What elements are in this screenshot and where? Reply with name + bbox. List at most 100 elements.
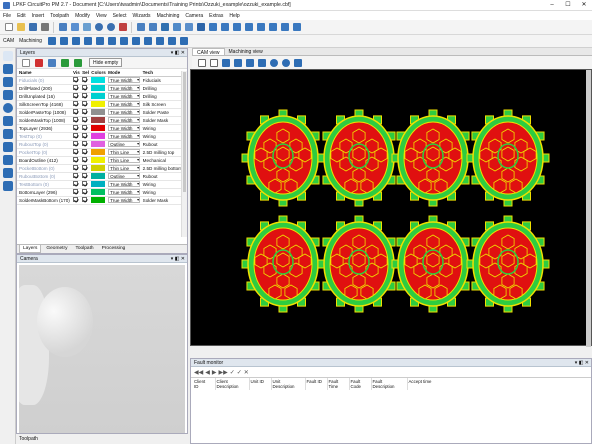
board-icon[interactable] <box>47 36 58 47</box>
layer-select-checkbox[interactable] <box>80 148 90 157</box>
layer-visible-checkbox[interactable] <box>71 140 81 149</box>
stop-icon[interactable] <box>167 36 178 47</box>
accept-icon[interactable]: ✓ <box>230 369 235 376</box>
rubout-icon[interactable] <box>107 36 118 47</box>
machining-mode-label[interactable]: Machining <box>19 38 42 44</box>
import-icon[interactable] <box>135 22 146 33</box>
measure-icon[interactable] <box>243 22 254 33</box>
layer-visible-checkbox[interactable] <box>71 116 81 125</box>
export-icon[interactable] <box>147 22 158 33</box>
layer-mode-select[interactable]: True Width <box>106 124 141 133</box>
col-mode[interactable]: Mode <box>106 69 141 77</box>
layer-name[interactable]: RuboutTop (0) <box>17 140 72 149</box>
layer-mode-select[interactable]: True Width <box>106 92 141 101</box>
layer-row[interactable]: DrillPlated (200) True WidthDrilling <box>17 84 182 93</box>
col-name[interactable]: Name <box>17 69 72 77</box>
layer-select-checkbox[interactable] <box>80 180 90 189</box>
tab-processing[interactable]: Processing <box>99 245 129 253</box>
layer-row[interactable]: DrillUnplated (16) True WidthDrilling <box>17 92 182 101</box>
hide-empty-button[interactable]: Hide empty <box>89 58 123 67</box>
menu-insert[interactable]: Insert <box>32 13 45 19</box>
pan-hand-icon[interactable] <box>268 57 279 68</box>
tab-cam-view[interactable]: CAM view <box>192 48 225 56</box>
layer-color-swatch[interactable] <box>89 132 107 141</box>
layer-name[interactable]: TopLayer (2936) <box>17 124 72 133</box>
zoom-fit-icon[interactable] <box>220 57 231 68</box>
layer-row[interactable]: SolderMaskTop (1008) True WidthSolder Mas… <box>17 116 182 125</box>
layer-visible-checkbox[interactable] <box>71 124 81 133</box>
layer-color-swatch[interactable] <box>89 156 107 165</box>
layer-row[interactable]: PocketBottom (0) Thin Line2.5D milling bo… <box>17 164 182 173</box>
layer-select-checkbox[interactable] <box>80 172 90 181</box>
col-colors[interactable]: Colors <box>89 69 107 77</box>
canvas-scrollbar[interactable] <box>586 70 591 347</box>
layer-color-swatch[interactable] <box>89 76 107 85</box>
layer-visible-checkbox[interactable] <box>71 180 81 189</box>
tab-geometry[interactable]: Geometry <box>43 245 70 253</box>
close-button[interactable]: ✕ <box>576 0 592 11</box>
move-down-icon[interactable] <box>72 57 83 68</box>
head-icon[interactable] <box>131 36 142 47</box>
line-tool-icon[interactable] <box>3 64 13 74</box>
pause-icon[interactable] <box>179 36 190 47</box>
layer-row[interactable]: BoardOutline (412) Thin LineMechanical <box>17 156 182 165</box>
layer-select-checkbox[interactable] <box>80 124 90 133</box>
accept-all-icon[interactable]: ✓ <box>237 369 242 376</box>
material-icon[interactable] <box>119 36 130 47</box>
col-fault-code[interactable]: Fault Code <box>349 378 372 390</box>
layer-name[interactable]: SolderPasteTop (1008) <box>17 108 72 117</box>
camera-icon[interactable] <box>255 22 266 33</box>
layer-color-swatch[interactable] <box>89 180 107 189</box>
layer-name[interactable]: PocketBottom (0) <box>17 164 72 173</box>
copy-icon[interactable] <box>69 22 80 33</box>
hole-tool-icon[interactable] <box>3 155 13 165</box>
layer-visible-checkbox[interactable] <box>71 108 81 117</box>
layer-select-checkbox[interactable] <box>80 84 90 93</box>
tab-layers[interactable]: Layers <box>19 245 42 253</box>
layer-mode-select[interactable]: Outline <box>106 140 141 149</box>
layer-mode-select[interactable]: True Width <box>106 76 141 85</box>
layer-color-swatch[interactable] <box>89 84 107 93</box>
next-icon[interactable]: ▶ <box>212 369 217 376</box>
layer-name[interactable]: BoardOutline (412) <box>17 156 72 165</box>
layer-visible-checkbox[interactable] <box>71 100 81 109</box>
layer-mode-select[interactable]: Outline <box>106 172 141 181</box>
layer-mode-select[interactable]: Thin Line <box>106 156 141 165</box>
layer-visible-checkbox[interactable] <box>71 156 81 165</box>
col-client-description[interactable]: Client Description <box>215 378 250 390</box>
last-icon[interactable]: ▶▶ <box>218 369 227 376</box>
layer-select-checkbox[interactable] <box>80 108 90 117</box>
layer-mode-select[interactable]: Thin Line <box>106 164 141 173</box>
print-icon[interactable] <box>39 22 50 33</box>
polyline-tool-icon[interactable] <box>3 77 13 87</box>
layer-select-checkbox[interactable] <box>80 188 90 197</box>
menu-help[interactable]: Help <box>229 13 239 19</box>
layer-row[interactable]: SilkScreenTop (4168) True WidthSilk Scree… <box>17 100 182 109</box>
col-tech[interactable]: Tech <box>140 69 182 77</box>
layer-visible-checkbox[interactable] <box>71 92 81 101</box>
layer-visible-checkbox[interactable] <box>71 132 81 141</box>
layer-visible-checkbox[interactable] <box>71 164 81 173</box>
menu-machining[interactable]: Machining <box>157 13 180 19</box>
rectangle-tool-icon[interactable] <box>3 90 13 100</box>
layer-row[interactable]: TopLayer (2936) True WidthWiring <box>17 124 182 133</box>
cam-canvas[interactable] <box>190 69 592 347</box>
panel-pin-close-icons[interactable]: ▾ ◧ ✕ <box>171 255 185 263</box>
tool-library-icon[interactable] <box>171 22 182 33</box>
pointer-tool-icon[interactable] <box>3 51 13 61</box>
pad-tool-icon[interactable] <box>3 129 13 139</box>
layer-select-checkbox[interactable] <box>80 100 90 109</box>
zoom-out-icon[interactable] <box>244 57 255 68</box>
layer-select-checkbox[interactable] <box>80 132 90 141</box>
vacuum-icon[interactable] <box>143 36 154 47</box>
layer-name[interactable]: DrillUnplated (16) <box>17 92 72 101</box>
first-icon[interactable]: ◀◀ <box>194 369 203 376</box>
layer-select-checkbox[interactable] <box>80 164 90 173</box>
layer-color-swatch[interactable] <box>89 100 107 109</box>
layer-row[interactable]: BottomLayer (296) True WidthWiring <box>17 188 182 197</box>
save-icon[interactable] <box>27 22 38 33</box>
layer-visible-checkbox[interactable] <box>71 76 81 85</box>
col-fault-id[interactable]: Fault ID <box>305 378 328 390</box>
layer-mode-select[interactable]: True Width <box>106 108 141 117</box>
mill-icon[interactable] <box>279 22 290 33</box>
